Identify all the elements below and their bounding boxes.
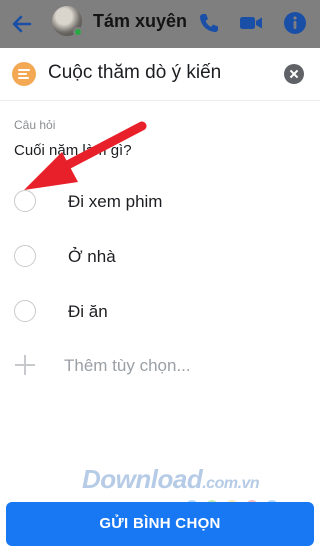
watermark-brand: Download xyxy=(82,464,203,494)
poll-icon xyxy=(12,62,36,86)
sheet-title: Cuộc thăm dò ý kiến xyxy=(48,62,222,83)
chat-header: Tám xuyên xyxy=(0,0,320,48)
sheet-header: Cuộc thăm dò ý kiến xyxy=(0,48,320,100)
add-option-input[interactable]: Thêm tùy chọn... xyxy=(64,356,191,376)
radio-button[interactable] xyxy=(14,245,36,267)
poll-option[interactable]: Ở nhà xyxy=(0,235,320,279)
add-option-row[interactable]: Thêm tùy chọn... xyxy=(0,344,320,388)
plus-icon xyxy=(14,354,36,376)
contact-name[interactable]: Tám xuyên xyxy=(93,11,193,32)
online-status-dot xyxy=(73,27,83,37)
close-icon[interactable] xyxy=(284,64,304,84)
option-label[interactable]: Ở nhà xyxy=(68,247,116,267)
submit-poll-button[interactable]: GỬI BÌNH CHỌN xyxy=(6,502,314,546)
phone-icon[interactable] xyxy=(196,10,222,36)
watermark-domain: .com.vn xyxy=(202,475,260,492)
radio-button[interactable] xyxy=(14,300,36,322)
back-arrow-icon[interactable] xyxy=(8,10,36,38)
info-icon[interactable] xyxy=(282,10,308,36)
video-camera-icon[interactable] xyxy=(238,10,264,36)
avatar[interactable] xyxy=(52,6,83,37)
watermark: Download.com.vn xyxy=(82,464,260,495)
annotation-arrow-icon xyxy=(24,121,147,190)
option-label[interactable]: Đi ăn xyxy=(68,302,108,322)
poll-option[interactable]: Đi ăn xyxy=(0,290,320,334)
